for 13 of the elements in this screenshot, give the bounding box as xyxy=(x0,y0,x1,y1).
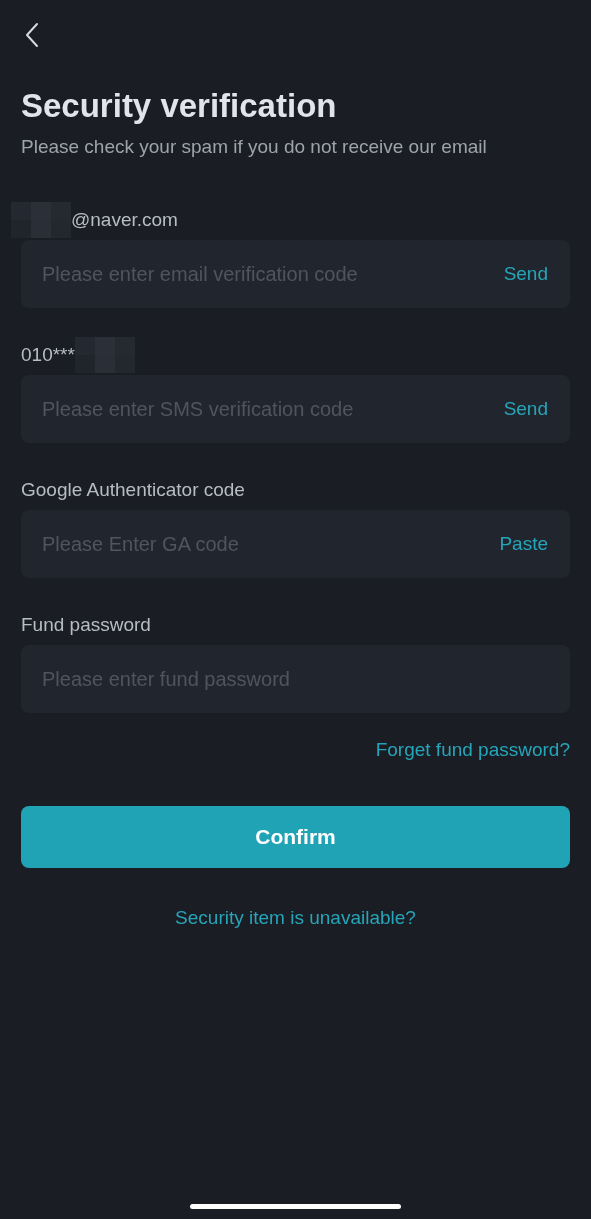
send-button[interactable]: Send xyxy=(503,394,548,424)
forgot-password-link[interactable]: Forget fund password? xyxy=(375,737,570,763)
field-label: @naver.com xyxy=(71,208,178,232)
confirm-button[interactable]: Confirm xyxy=(21,806,570,868)
page-title: Security verification xyxy=(21,86,338,126)
unavailable-link[interactable]: Security item is unavailable? xyxy=(175,905,416,931)
field-label: Fund password xyxy=(21,613,151,637)
back-icon[interactable] xyxy=(25,22,39,48)
subtitle: Please check your spam if you do not receive our email xyxy=(21,135,488,159)
field-label: 010*** xyxy=(21,343,75,367)
field-label: Google Authenticator code xyxy=(21,478,245,502)
paste-button[interactable]: Paste xyxy=(499,529,548,559)
send-button[interactable]: Send xyxy=(503,259,548,289)
